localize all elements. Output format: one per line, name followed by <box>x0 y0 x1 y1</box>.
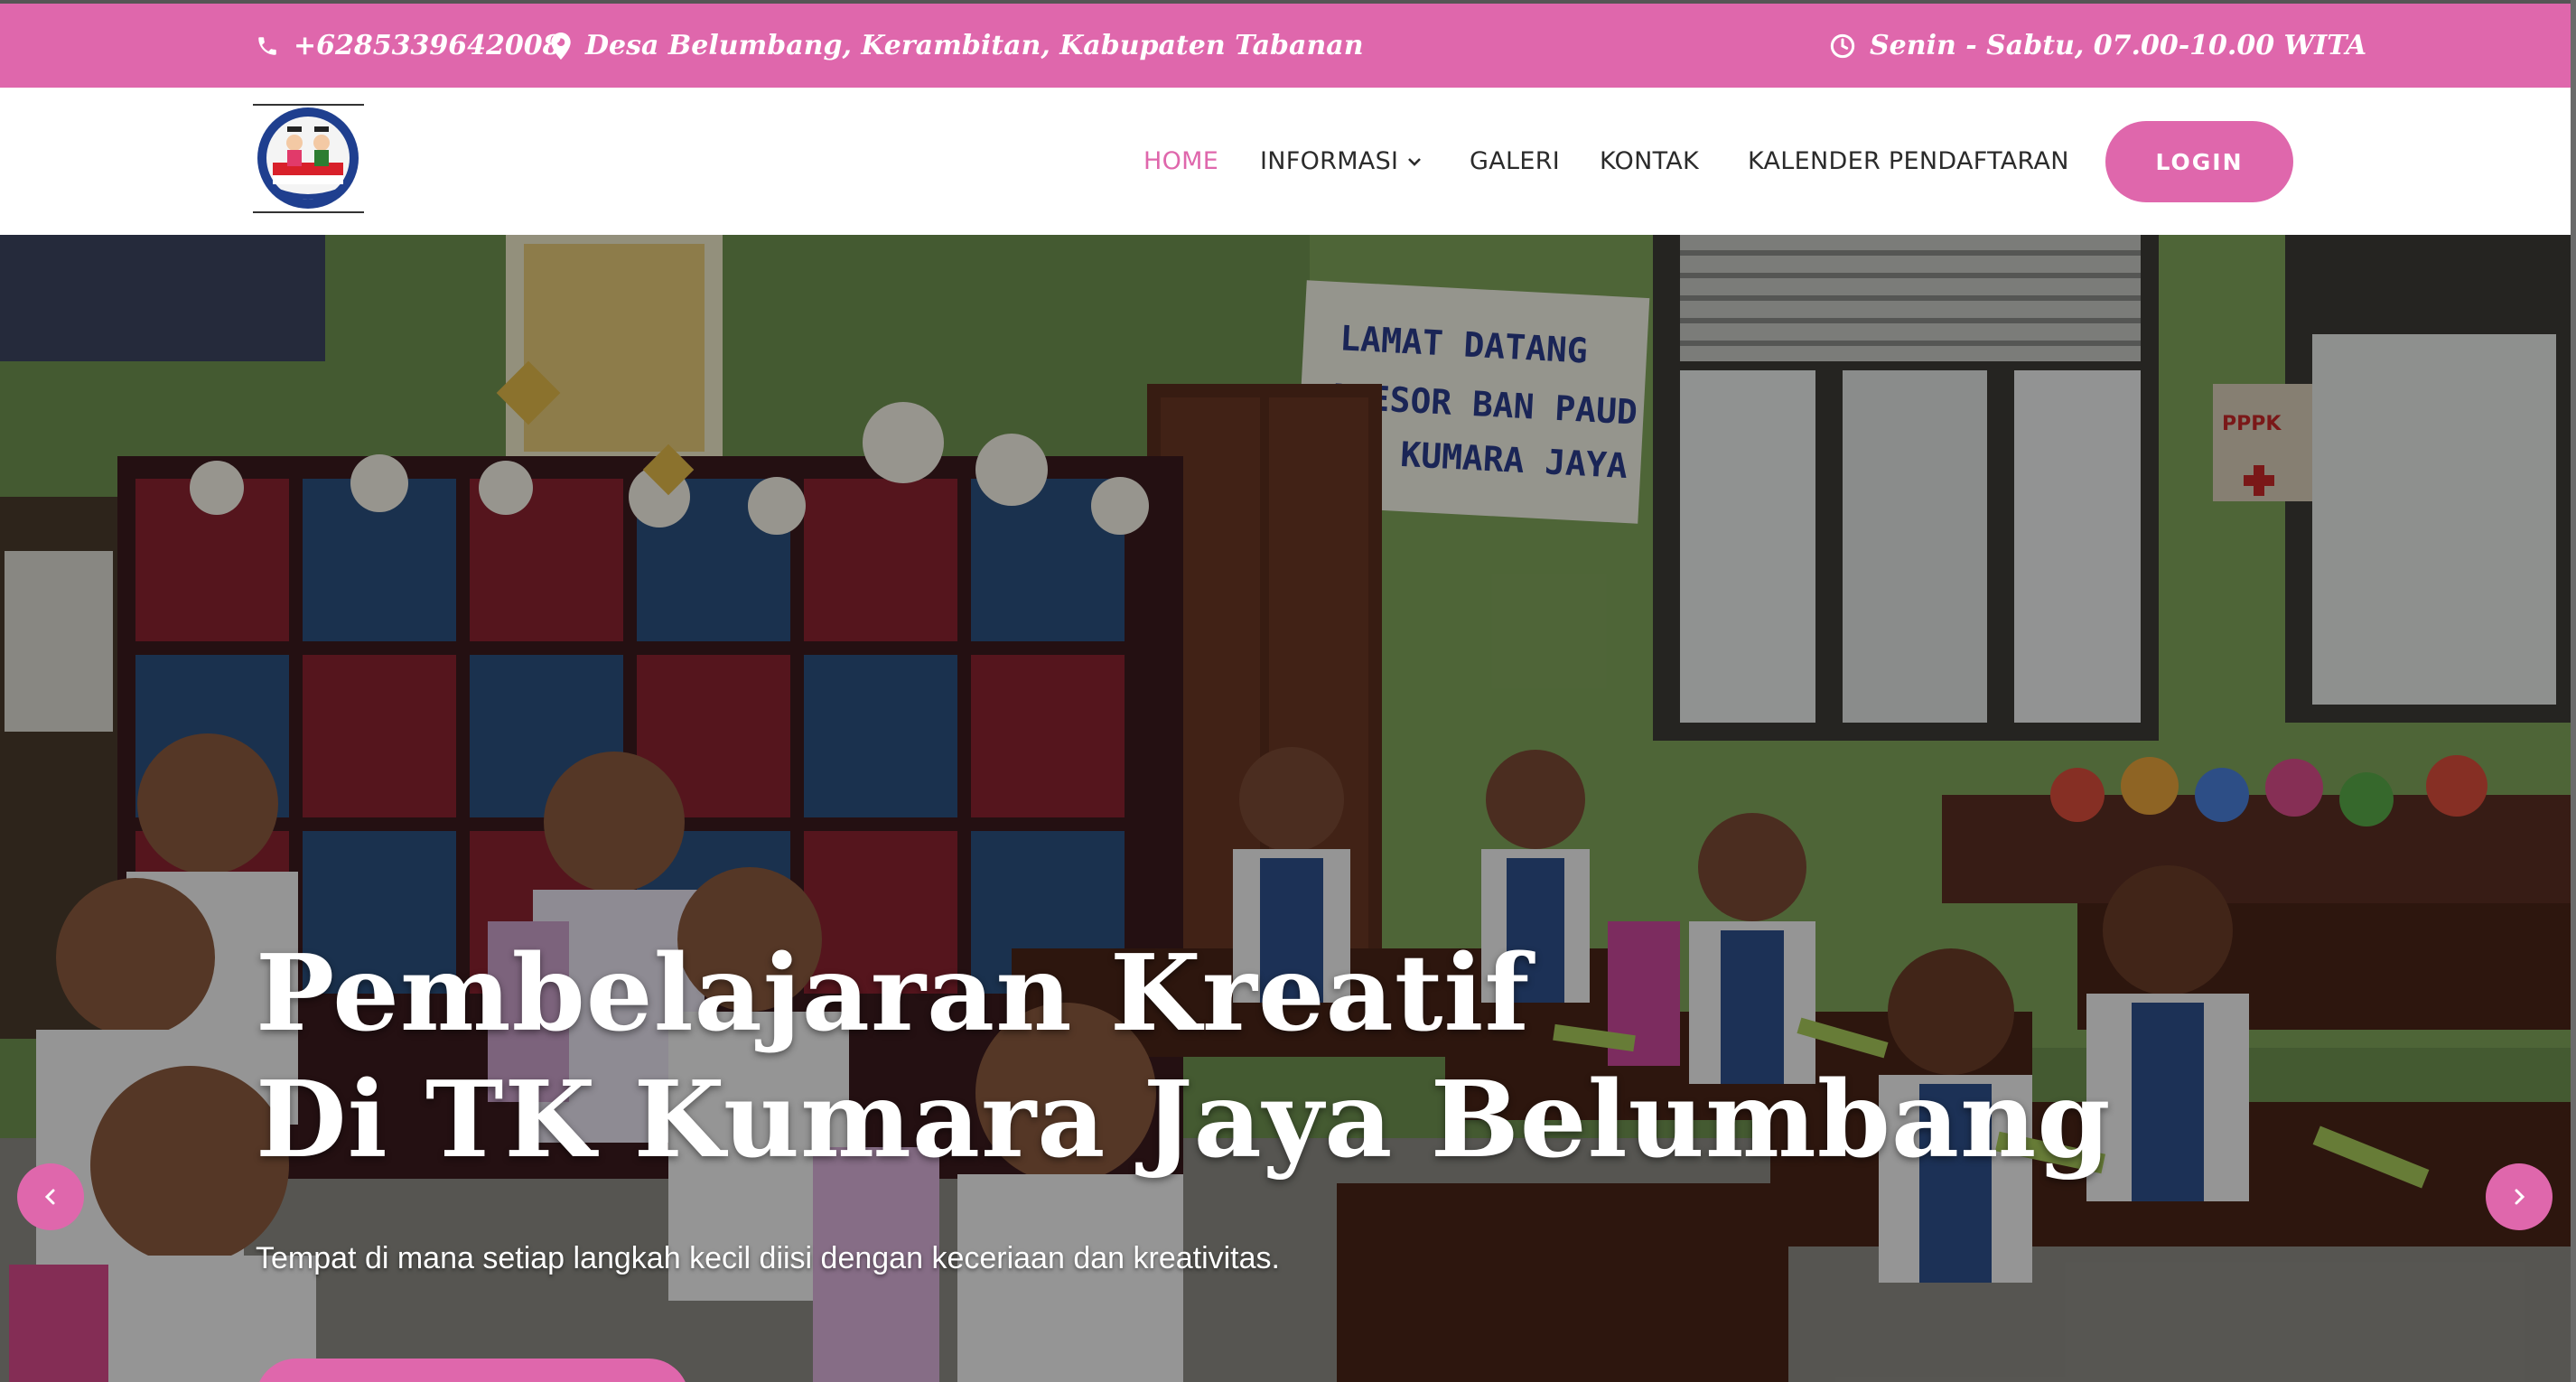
address-info: Desa Belumbang, Kerambitan, Kabupaten Ta… <box>551 4 1364 88</box>
nav-galeri[interactable]: GALERI <box>1470 88 1560 235</box>
map-marker-icon <box>551 32 571 60</box>
hours-text: Senin - Sabtu, 07.00-10.00 WITA <box>1870 30 2367 61</box>
nav-informasi[interactable]: INFORMASI <box>1260 88 1422 235</box>
nav-kalender-pendaftaran[interactable]: KALENDER PENDAFTARAN <box>1748 88 2069 235</box>
top-info-bar: +6285339642008 Desa Belumbang, Kerambita… <box>0 0 2576 88</box>
hero-cta-button[interactable] <box>256 1359 689 1382</box>
hero-slider: PPPK LAMAT DATANG ASESOR BAN PAUD K. KUM… <box>0 235 2576 1382</box>
page-scrollbar[interactable] <box>2571 0 2576 1382</box>
main-navbar: HOME INFORMASI GALERI KONTAK KALENDER PE… <box>0 88 2576 235</box>
slider-next-button[interactable] <box>2486 1163 2553 1230</box>
phone-number: +6285339642008 <box>294 30 562 61</box>
phone-contact[interactable]: +6285339642008 <box>256 4 562 88</box>
opening-hours: Senin - Sabtu, 07.00-10.00 WITA <box>1830 4 2366 88</box>
login-button[interactable]: LOGIN <box>2105 121 2293 202</box>
phone-icon <box>258 36 276 55</box>
hero-subtitle: Tempat di mana setiap langkah kecil diis… <box>256 1241 1280 1275</box>
chevron-right-icon <box>2515 1189 2525 1205</box>
nav-kontak[interactable]: KONTAK <box>1600 88 1699 235</box>
address-text: Desa Belumbang, Kerambitan, Kabupaten Ta… <box>585 30 1364 61</box>
chevron-down-icon <box>1408 157 1422 166</box>
hero-title: Pembelajaran Kreatif Di TK Kumara Jaya B… <box>256 932 2112 1181</box>
chevron-left-icon <box>44 1189 55 1205</box>
hero-dark-overlay <box>0 235 2576 1382</box>
school-logo[interactable] <box>253 103 364 214</box>
nav-home[interactable]: HOME <box>1143 88 1218 235</box>
clock-icon <box>1830 33 1855 58</box>
slider-prev-button[interactable] <box>17 1163 84 1230</box>
